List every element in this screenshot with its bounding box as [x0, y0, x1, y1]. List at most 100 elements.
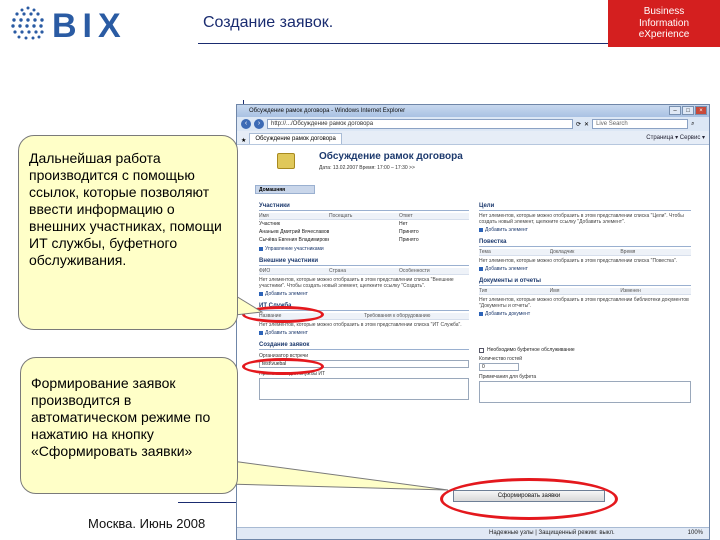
participant-name: Участник — [259, 221, 281, 227]
meeting-date: Дата: 13.02.2007 Время: 17:00 – 17:30 >> — [319, 165, 415, 171]
add-it-label: Добавить элемент — [265, 330, 308, 336]
brand-line-1: Business — [643, 6, 685, 17]
participant-response: Нет — [399, 221, 408, 227]
right-column: Цели Нет элементов, которые можно отобра… — [479, 203, 691, 403]
address-bar-row: ‹ › http://.../Обсуждение рамок договора… — [237, 117, 709, 131]
highlight-add-it — [242, 358, 324, 375]
slide-title: Создание заявок. — [203, 14, 334, 31]
goals-title: Цели — [479, 203, 691, 211]
col-type: Тип — [479, 288, 488, 294]
add-external-label: Добавить элемент — [265, 291, 308, 297]
bullet-icon — [479, 312, 483, 316]
table-row[interactable]: Ананьев Дмитрий Вячеславович Принято — [259, 228, 469, 236]
col-fio: ФИО — [259, 268, 271, 274]
meeting-site-icon — [277, 153, 295, 169]
participant-attend — [329, 236, 399, 244]
add-agenda-link[interactable]: Добавить элемент — [479, 266, 691, 272]
col-time: Время — [620, 249, 636, 255]
tab-strip: ★ Обсуждение рамок договора Страница ▾ С… — [237, 131, 709, 145]
title-divider — [198, 43, 608, 44]
brand-line-2: Information — [638, 17, 690, 29]
refresh-icon[interactable]: ⟳ — [576, 121, 581, 128]
it-empty-note: Нет элементов, которые можно отобразить … — [259, 322, 462, 328]
tab-home[interactable]: Домашняя — [255, 185, 315, 194]
maximize-button[interactable]: □ — [682, 106, 694, 115]
add-it-link[interactable]: Добавить элемент — [259, 330, 469, 336]
globe-logo-icon — [11, 6, 44, 40]
bullet-icon — [479, 267, 483, 271]
create-requests-title: Создание заявок — [259, 342, 469, 350]
window-title: Обсуждение рамок договора - Windows Inte… — [249, 108, 406, 114]
highlight-generate-button — [440, 478, 618, 520]
add-goal-label: Добавить элемент — [485, 227, 528, 233]
forward-arrow-icon[interactable]: › — [254, 119, 264, 129]
col-attend: Посещать — [329, 213, 353, 219]
catering-notes-label: Примечания для буфета — [479, 374, 537, 380]
add-goal-link[interactable]: Добавить элемент — [479, 227, 691, 233]
zoom-level[interactable]: 100% — [688, 528, 703, 539]
col-doc-name: Имя — [549, 288, 560, 294]
goals-empty-note: Нет элементов, которые можно отобразить … — [479, 213, 684, 225]
status-bar: Надежные узлы | Защищенный режим: выкл. … — [237, 527, 709, 539]
external-header: ФИО Страна Особенности — [259, 268, 469, 275]
participant-name: Ананьев Дмитрий Вячеславович — [259, 229, 329, 235]
participant-attend — [329, 220, 399, 228]
participants-title: Участники — [259, 203, 469, 211]
stop-icon[interactable]: ✕ — [584, 121, 589, 128]
search-icon[interactable]: ⌕ — [691, 121, 694, 128]
brand-box: Business Information eXperience — [608, 0, 720, 47]
participants-header: Имя Посещать Ответ — [259, 213, 469, 220]
documents-title: Документы и отчеты — [479, 278, 691, 286]
bullet-icon — [259, 331, 263, 335]
bix-logo: BIX — [8, 4, 158, 48]
participant-attend — [329, 228, 399, 236]
manage-participants-link[interactable]: Управление участниками — [259, 246, 469, 252]
add-external-link[interactable]: Добавить элемент — [259, 291, 469, 297]
favorites-star-icon[interactable]: ★ — [241, 137, 246, 144]
add-document-label: Добавить документ — [485, 311, 531, 317]
bullet-icon — [479, 228, 483, 232]
agenda-title: Повестка — [479, 239, 691, 247]
documents-empty-note: Нет элементов, которые можно отобразить … — [479, 297, 689, 309]
brand-line-3: eXperience — [638, 29, 690, 40]
sharepoint-page: Обсуждение рамок договора Дата: 13.02.20… — [237, 147, 709, 527]
col-country: Страна — [329, 268, 347, 274]
col-response: Ответ — [399, 213, 413, 219]
col-equipment: Требования к оборудованию — [364, 313, 431, 319]
page-title: Обсуждение рамок договора — [319, 151, 463, 162]
window-titlebar: Обсуждение рамок договора - Windows Inte… — [237, 105, 709, 117]
highlight-add-external — [242, 306, 324, 323]
catering-label: Необходимо буфетное обслуживание — [487, 347, 575, 353]
status-text: Надежные узлы | Защищенный режим: выкл. — [489, 530, 615, 536]
browser-window: Обсуждение рамок договора - Windows Inte… — [236, 104, 710, 540]
guests-field[interactable]: 0 — [479, 363, 519, 371]
guests-label: Количество гостей — [479, 356, 523, 362]
participant-name: Сычёва Евгения Владимировна — [259, 237, 329, 243]
close-button[interactable]: × — [695, 106, 707, 115]
callout-generate: Формирование заявок производится в автом… — [20, 357, 238, 494]
bullet-icon — [259, 292, 263, 296]
col-features: Особенности — [399, 268, 430, 274]
catering-checkbox-row[interactable]: Необходимо буфетное обслуживание — [479, 347, 691, 353]
col-topic: Тема — [479, 249, 491, 255]
catering-notes-field[interactable] — [479, 381, 691, 403]
documents-header: Тип Имя Изменен — [479, 288, 691, 295]
participant-response: Принято — [399, 229, 419, 235]
manage-participants-label: Управление участниками — [265, 246, 324, 252]
toolbar-commands[interactable]: Страница ▾ Сервис ▾ — [646, 134, 705, 141]
catering-checkbox[interactable] — [479, 347, 484, 353]
it-notes-field[interactable] — [259, 378, 469, 400]
participant-response: Принято — [399, 237, 419, 243]
col-modified: Изменен — [620, 288, 641, 294]
table-row[interactable]: Сычёва Евгения Владимировна Принято — [259, 236, 469, 244]
back-arrow-icon[interactable]: ‹ — [241, 119, 251, 129]
table-row[interactable]: Участник Нет — [259, 220, 469, 228]
col-speaker: Докладчик — [549, 249, 575, 255]
browser-tab[interactable]: Обсуждение рамок договора — [249, 133, 342, 144]
agenda-header: Тема Докладчик Время — [479, 249, 691, 256]
address-input[interactable]: http://.../Обсуждение рамок договора — [267, 119, 573, 129]
add-document-link[interactable]: Добавить документ — [479, 311, 691, 317]
search-input[interactable]: Live Search — [592, 119, 689, 129]
slide-footer: Москва. Июнь 2008 — [88, 516, 206, 531]
minimize-button[interactable]: – — [669, 106, 681, 115]
